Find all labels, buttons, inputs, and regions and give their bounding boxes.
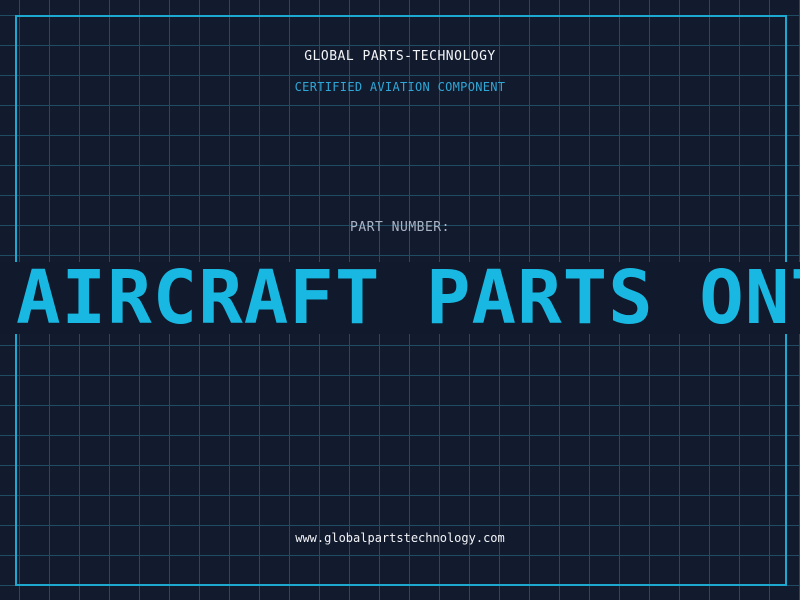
website-link[interactable]: www.globalpartstechnology.com [0,531,800,545]
part-number-value: AIRCRAFT PARTS ONT [16,262,800,334]
certificate-canvas: GLOBAL PARTS-TECHNOLOGY CERTIFIED AVIATI… [0,0,800,600]
company-name: GLOBAL PARTS-TECHNOLOGY [304,49,496,64]
part-number-label: PART NUMBER: [350,220,450,235]
part-number-banner: AIRCRAFT PARTS ONT [0,262,800,334]
certification-subtitle: CERTIFIED AVIATION COMPONENT [294,80,506,94]
